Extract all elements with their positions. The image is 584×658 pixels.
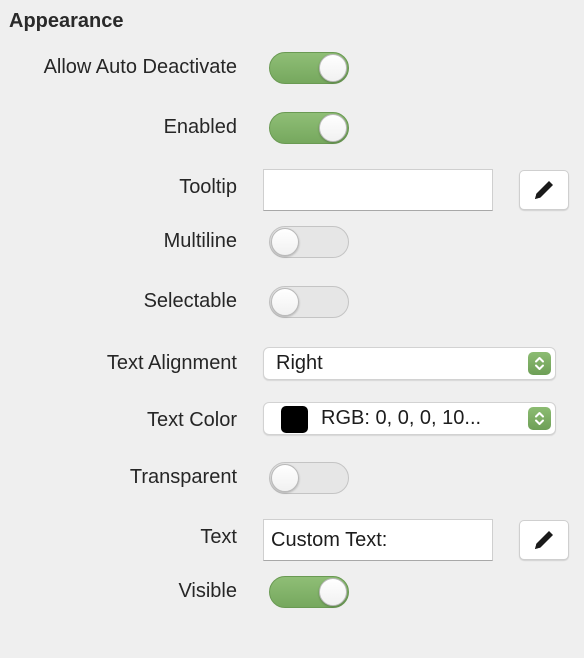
enabled-label: Enabled	[163, 116, 237, 138]
pencil-icon	[535, 531, 553, 549]
section-title: Appearance	[9, 10, 124, 32]
text-alignment-value: Right	[276, 352, 323, 374]
inspector-panel: Appearance Allow Auto Deactivate Enabled…	[0, 0, 584, 658]
visible-switch[interactable]	[269, 576, 349, 608]
text-label: Text	[200, 526, 237, 548]
text-color-label: Text Color	[146, 409, 237, 431]
visible-label: Visible	[178, 580, 237, 602]
color-swatch	[281, 406, 308, 433]
text-color-value: RGB: 0, 0, 0, 10...	[321, 407, 482, 429]
tooltip-field[interactable]	[263, 169, 493, 211]
pencil-icon	[535, 181, 553, 199]
up-down-chevron-icon	[528, 407, 551, 430]
text-field[interactable]	[263, 519, 493, 561]
text-color-popup[interactable]: RGB: 0, 0, 0, 10...	[263, 402, 556, 435]
switch-knob	[319, 578, 347, 606]
multiline-switch[interactable]	[269, 226, 349, 258]
switch-knob	[319, 54, 347, 82]
switch-knob	[271, 288, 299, 316]
switch-knob	[319, 114, 347, 142]
selectable-label: Selectable	[143, 290, 237, 312]
transparent-switch[interactable]	[269, 462, 349, 494]
multiline-label: Multiline	[163, 230, 237, 252]
allow-auto-deactivate-label: Allow Auto Deactivate	[43, 56, 237, 78]
switch-knob	[271, 228, 299, 256]
allow-auto-deactivate-switch[interactable]	[269, 52, 349, 84]
enabled-switch[interactable]	[269, 112, 349, 144]
text-edit-button[interactable]	[519, 520, 569, 560]
up-down-chevron-icon	[528, 352, 551, 375]
switch-knob	[271, 464, 299, 492]
text-alignment-popup[interactable]: Right	[263, 347, 556, 380]
text-alignment-label: Text Alignment	[106, 352, 237, 374]
selectable-switch[interactable]	[269, 286, 349, 318]
tooltip-edit-button[interactable]	[519, 170, 569, 210]
tooltip-label: Tooltip	[179, 176, 237, 198]
transparent-label: Transparent	[129, 466, 237, 488]
